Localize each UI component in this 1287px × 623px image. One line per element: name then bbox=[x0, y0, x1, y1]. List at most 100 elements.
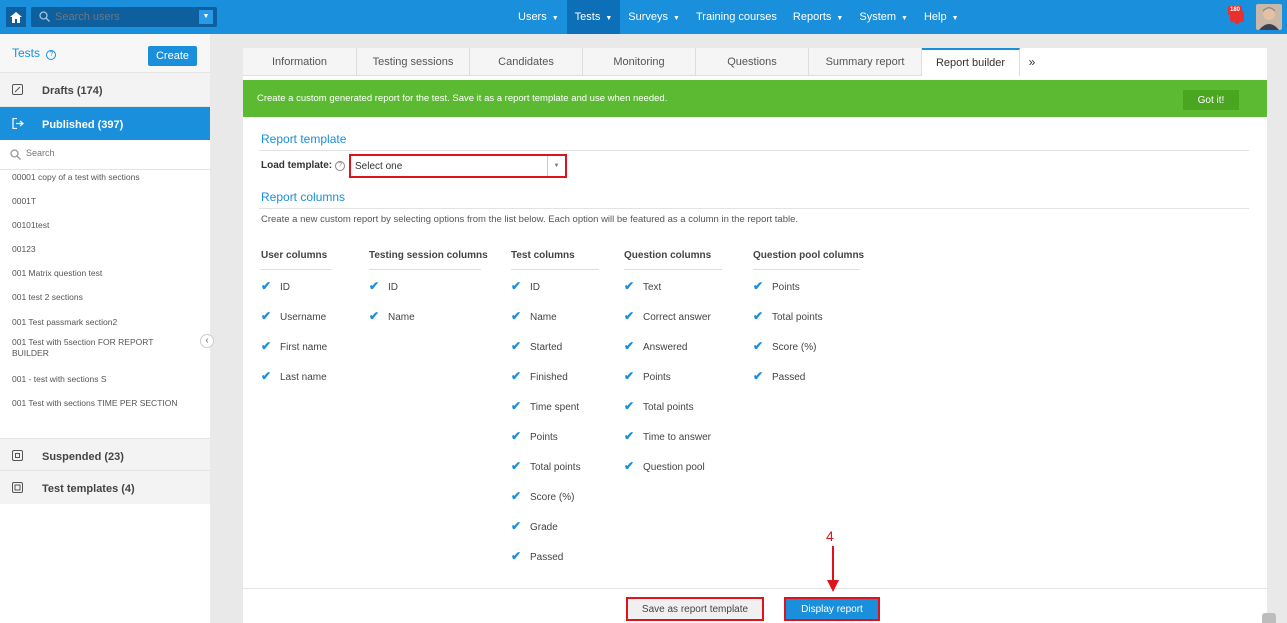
column-checkbox[interactable]: ✔ Question pool bbox=[624, 459, 705, 473]
nav-surveys[interactable]: Surveys ▼ bbox=[620, 0, 688, 34]
column-checkbox[interactable]: ✔ Finished bbox=[511, 369, 568, 383]
column-checkbox[interactable]: ✔ Text bbox=[624, 279, 661, 293]
notifications-icon[interactable]: 180 bbox=[1227, 6, 1247, 27]
column-checkbox[interactable]: ✔ Time to answer bbox=[624, 429, 711, 443]
checkmark-icon: ✔ bbox=[511, 459, 522, 473]
user-search[interactable]: ▼ bbox=[31, 7, 217, 27]
list-item[interactable]: 001 - test with sections S bbox=[0, 374, 210, 385]
checkbox-label: Grade bbox=[530, 522, 558, 533]
sidebar-header: Tests ? Create bbox=[0, 34, 210, 72]
nav-training-courses[interactable]: Training courses bbox=[688, 0, 785, 34]
suspended-icon bbox=[12, 450, 23, 461]
sidebar-item-suspended[interactable]: Suspended (23) bbox=[0, 438, 210, 472]
nav-tests[interactable]: Tests ▼ bbox=[566, 0, 621, 34]
avatar[interactable] bbox=[1256, 4, 1282, 30]
report-columns-title: Report columns bbox=[261, 190, 346, 204]
tab-report-builder[interactable]: Report builder bbox=[922, 48, 1020, 76]
list-item[interactable]: 00001 copy of a test with sections bbox=[0, 172, 210, 183]
tab-testing-sessions[interactable]: Testing sessions bbox=[357, 48, 470, 76]
divider bbox=[261, 269, 331, 270]
column-checkbox[interactable]: ✔ Correct answer bbox=[624, 309, 711, 323]
collapse-sidebar-icon[interactable]: ‹ bbox=[200, 334, 214, 348]
list-item[interactable]: 001 Matrix question test bbox=[0, 268, 210, 279]
load-template-label: Load template:? bbox=[261, 160, 346, 171]
column-checkbox[interactable]: ✔ Points bbox=[753, 279, 800, 293]
main-nav: Users ▼ Tests ▼ Surveys ▼ Training courses Repo… bbox=[510, 0, 967, 34]
column-group-title: Question columns bbox=[624, 250, 712, 261]
column-checkbox[interactable]: ✔ ID bbox=[511, 279, 540, 293]
nav-users[interactable]: Users ▼ bbox=[510, 0, 567, 34]
column-checkbox[interactable]: ✔ Started bbox=[511, 339, 562, 353]
checkmark-icon: ✔ bbox=[753, 309, 764, 323]
list-item[interactable]: 0001T bbox=[0, 196, 210, 207]
sidebar-search-input[interactable] bbox=[26, 148, 196, 158]
column-checkbox[interactable]: ✔ Total points bbox=[624, 399, 694, 413]
list-item[interactable]: 001 Test with sections TIME PER SECTION bbox=[0, 398, 210, 409]
checkbox-label: Question pool bbox=[643, 462, 705, 473]
sidebar-item-drafts[interactable]: Drafts (174) bbox=[0, 72, 210, 106]
sidebar-search[interactable] bbox=[0, 140, 210, 170]
column-checkbox[interactable]: ✔ Grade bbox=[511, 519, 558, 533]
edit-icon bbox=[12, 84, 23, 95]
column-checkbox[interactable]: ✔ Passed bbox=[753, 369, 805, 383]
list-item[interactable]: 001 test 2 sections bbox=[0, 292, 210, 303]
display-report-button[interactable]: Display report bbox=[784, 597, 880, 621]
column-checkbox[interactable]: ✔ Score (%) bbox=[511, 489, 574, 503]
column-checkbox[interactable]: ✔ Score (%) bbox=[753, 339, 816, 353]
column-checkbox[interactable]: ✔ Total points bbox=[511, 459, 581, 473]
column-checkbox[interactable]: ✔ ID bbox=[261, 279, 290, 293]
checkbox-label: Points bbox=[772, 282, 800, 293]
column-checkbox[interactable]: ✔ Name bbox=[511, 309, 557, 323]
nav-label: Surveys bbox=[628, 11, 669, 23]
column-checkbox[interactable]: ✔ Points bbox=[511, 429, 558, 443]
chevron-down-icon: ▼ bbox=[605, 15, 613, 22]
create-button[interactable]: Create bbox=[148, 46, 197, 66]
list-item[interactable]: 001 Test with 5section FOR REPORT BUILDE… bbox=[0, 337, 180, 359]
column-checkbox[interactable]: ✔ Time spent bbox=[511, 399, 579, 413]
checkmark-icon: ✔ bbox=[624, 399, 635, 413]
divider bbox=[511, 269, 599, 270]
list-item[interactable]: 00101test bbox=[0, 220, 210, 231]
nav-system[interactable]: System ▼ bbox=[851, 0, 916, 34]
column-checkbox[interactable]: ✔ First name bbox=[261, 339, 327, 353]
tab-questions[interactable]: Questions bbox=[696, 48, 809, 76]
chevron-down-icon: ▼ bbox=[673, 15, 680, 22]
column-checkbox[interactable]: ✔ Points bbox=[624, 369, 671, 383]
got-it-button[interactable]: Got it! bbox=[1183, 90, 1239, 110]
column-checkbox[interactable]: ✔ Passed bbox=[511, 549, 563, 563]
chevron-down-icon: ▼ bbox=[836, 15, 844, 22]
user-search-input[interactable] bbox=[55, 10, 195, 24]
checkbox-label: Answered bbox=[643, 342, 688, 353]
checkbox-label: ID bbox=[530, 282, 540, 293]
nav-reports[interactable]: Reports ▼ bbox=[785, 0, 851, 34]
chevron-down-icon[interactable]: ▼ bbox=[199, 10, 213, 24]
column-checkbox[interactable]: ✔ Name bbox=[369, 309, 415, 323]
checkmark-icon: ✔ bbox=[624, 369, 635, 383]
tab-monitoring[interactable]: Monitoring bbox=[583, 48, 696, 76]
column-checkbox[interactable]: ✔ Total points bbox=[753, 309, 823, 323]
column-checkbox[interactable]: ✔ Username bbox=[261, 309, 326, 323]
checkbox-label: Total points bbox=[772, 312, 823, 323]
column-checkbox[interactable]: ✔ Last name bbox=[261, 369, 327, 383]
nav-help[interactable]: Help ▼ bbox=[916, 0, 967, 34]
checkbox-label: Correct answer bbox=[643, 312, 711, 323]
sidebar-item-published[interactable]: Published (397) bbox=[0, 106, 210, 140]
save-as-template-button[interactable]: Save as report template bbox=[626, 597, 764, 621]
help-icon[interactable]: ? bbox=[46, 50, 57, 60]
scrollbar[interactable] bbox=[1262, 613, 1276, 623]
tab-summary-report[interactable]: Summary report bbox=[809, 48, 922, 76]
list-item[interactable]: 00123 bbox=[0, 244, 210, 255]
report-columns-description: Create a new custom report by selecting … bbox=[261, 214, 799, 225]
list-item[interactable]: 001 Test passmark section2 bbox=[0, 317, 210, 328]
help-icon[interactable]: ? bbox=[335, 161, 346, 171]
checkmark-icon: ✔ bbox=[624, 459, 635, 473]
column-checkbox[interactable]: ✔ ID bbox=[369, 279, 398, 293]
home-icon[interactable] bbox=[6, 7, 26, 27]
more-tabs-icon[interactable]: » bbox=[1020, 48, 1044, 76]
column-checkbox[interactable]: ✔ Answered bbox=[624, 339, 687, 353]
tab-candidates[interactable]: Candidates bbox=[470, 48, 583, 76]
checkmark-icon: ✔ bbox=[753, 279, 764, 293]
sidebar-item-test-templates[interactable]: Test templates (4) bbox=[0, 470, 210, 504]
tab-information[interactable]: Information bbox=[243, 48, 357, 76]
template-select[interactable]: Select one ▼ bbox=[349, 154, 567, 178]
